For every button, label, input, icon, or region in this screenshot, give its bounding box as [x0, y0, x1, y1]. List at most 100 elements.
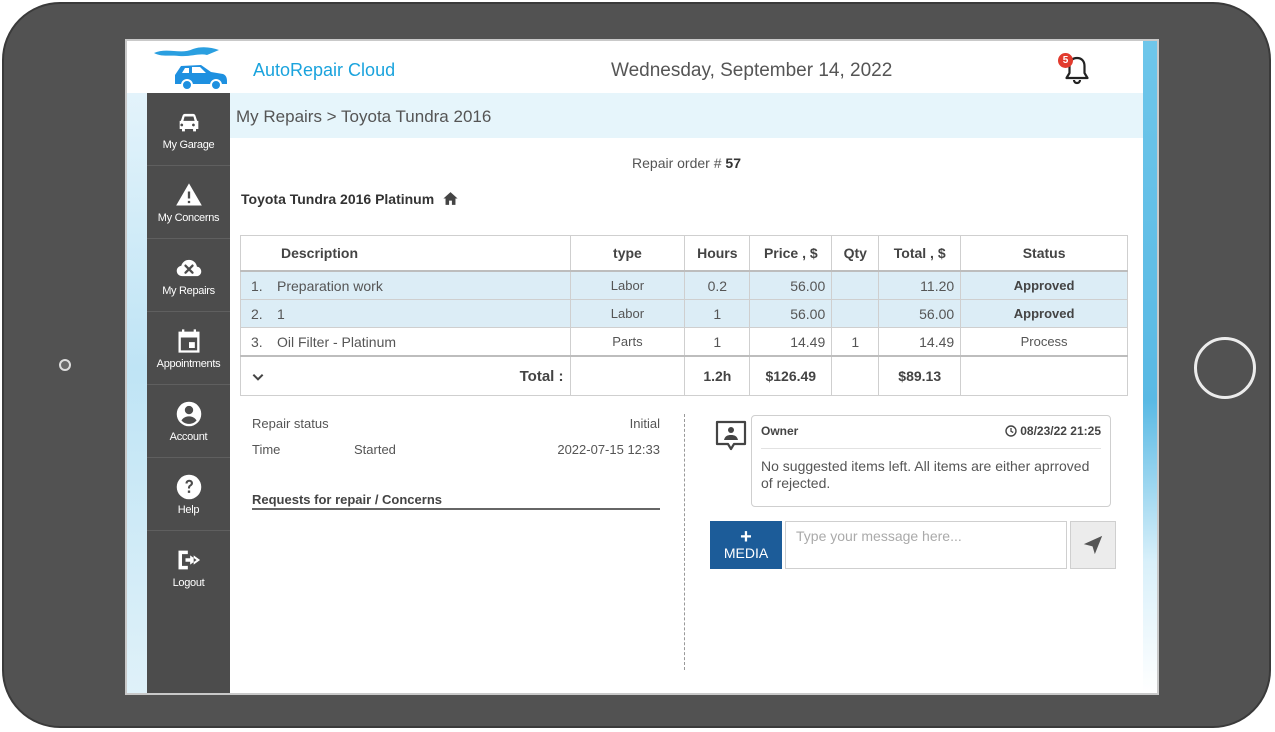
total-label: Total :: [519, 367, 564, 385]
message-timestamp-text: 08/23/22 21:25: [1020, 424, 1101, 438]
repair-order-number: Repair order # 57: [230, 155, 1143, 171]
vehicle-name: Toyota Tundra 2016 Platinum: [241, 190, 435, 207]
repair-order-label: Repair order #: [632, 155, 722, 171]
breadcrumb-bar: My Repairs > Toyota Tundra 2016: [230, 93, 1143, 139]
total-type-cell: [569, 355, 686, 396]
sidebar-item-label: Help: [177, 503, 200, 516]
repair-status-value: Initial: [629, 416, 660, 431]
row-total: 56.00: [878, 299, 962, 328]
calendar-icon: [178, 328, 199, 353]
send-message-button[interactable]: [1070, 521, 1116, 569]
home-icon[interactable]: [442, 190, 459, 207]
sidebar-item-logout[interactable]: Logout: [147, 531, 230, 604]
camera-icon: [59, 359, 71, 371]
row-qty: [831, 299, 880, 328]
media-button-label: MEDIA: [723, 545, 769, 561]
repair-items-table: Description type Hours Price , $ Qty Tot…: [240, 235, 1128, 396]
breadcrumb[interactable]: My Repairs > Toyota Tundra 2016: [236, 107, 491, 127]
row-type: Parts: [569, 327, 686, 357]
sidebar-item-label: My Concerns: [157, 211, 220, 224]
app-title: AutoRepair Cloud: [253, 60, 396, 80]
message-input[interactable]: [785, 521, 1067, 569]
column-header-qty: Qty: [831, 235, 880, 272]
table-row[interactable]: 3. Oil Filter - Platinum Parts 1 14.49 1 …: [240, 327, 1128, 357]
row-description: 1. Preparation work: [240, 270, 571, 300]
media-upload-button[interactable]: + MEDIA: [710, 521, 782, 569]
main-content: Repair order # 57 Toyota Tundra 2016 Pla…: [230, 138, 1143, 693]
total-hours: 1.2h: [684, 355, 751, 396]
logout-icon: [178, 550, 200, 570]
table-total-row: Total : 1.2h $126.49 $89.13: [240, 355, 1128, 396]
message-author: Owner: [761, 424, 799, 438]
top-bar: AutoRepair Cloud Wednesday, September 14…: [127, 41, 1143, 93]
row-price: 56.00: [749, 270, 833, 300]
column-header-status: Status: [960, 235, 1128, 272]
requests-heading: Requests for repair / Concerns: [252, 492, 660, 510]
row-description-text: Preparation work: [277, 277, 383, 294]
vehicle-title: Toyota Tundra 2016 Platinum: [241, 190, 459, 207]
sidebar-item-my-concerns[interactable]: My Concerns: [147, 166, 230, 239]
table-row[interactable]: 1. Preparation work Labor 0.2 56.00 11.20…: [240, 270, 1128, 300]
sidebar: My Garage My Concerns My Repairs Appoint…: [147, 93, 230, 693]
row-type: Labor: [569, 270, 686, 300]
sidebar-item-label: Account: [169, 430, 208, 443]
sidebar-item-account[interactable]: Account: [147, 385, 230, 458]
time-label: Time: [252, 442, 281, 457]
total-total: $89.13: [878, 355, 962, 396]
row-status: Process: [960, 327, 1128, 357]
repair-order-value: 57: [725, 155, 741, 171]
sidebar-item-my-repairs[interactable]: My Repairs: [147, 239, 230, 312]
chevron-down-icon[interactable]: [251, 370, 265, 384]
notifications-button[interactable]: 5: [1058, 53, 1093, 86]
row-total: 14.49: [878, 327, 962, 357]
row-description-text: 1: [277, 305, 285, 322]
row-hours: 1: [684, 299, 751, 328]
row-index: 2.: [251, 305, 263, 322]
row-qty: 1: [831, 327, 880, 357]
notification-badge: 5: [1058, 53, 1073, 68]
tablet-frame: AutoRepair Cloud Wednesday, September 14…: [2, 2, 1271, 728]
message-timestamp: 08/23/22 21:25: [1005, 424, 1101, 438]
row-price: 14.49: [749, 327, 833, 357]
account-icon: [176, 401, 201, 426]
row-description: 2. 1: [240, 299, 571, 328]
total-qty-cell: [831, 355, 880, 396]
sidebar-item-appointments[interactable]: Appointments: [147, 312, 230, 385]
row-description-text: Oil Filter - Platinum: [277, 333, 397, 350]
column-header-price: Price , $: [749, 235, 833, 272]
repair-status-label: Repair status: [252, 416, 329, 431]
row-hours: 1: [684, 327, 751, 357]
home-button[interactable]: [1194, 337, 1256, 399]
background-decoration-left: [127, 41, 149, 693]
time-state: Started: [354, 442, 396, 457]
repair-time-row: Time Started 2022-07-15 12:33: [252, 442, 660, 468]
current-date: Wednesday, September 14, 2022: [611, 60, 893, 81]
sidebar-item-my-garage[interactable]: My Garage: [147, 93, 230, 166]
row-index: 3.: [251, 333, 263, 350]
chat-message-icon: [715, 420, 747, 451]
sidebar-item-help[interactable]: Help: [147, 458, 230, 531]
row-price: 56.00: [749, 299, 833, 328]
app-screen: AutoRepair Cloud Wednesday, September 14…: [125, 39, 1159, 695]
sidebar-item-label: Logout: [172, 577, 205, 589]
clock-icon: [1005, 425, 1017, 437]
row-hours: 0.2: [684, 270, 751, 300]
row-description: 3. Oil Filter - Platinum: [240, 327, 571, 357]
message-header: Owner 08/23/22 21:25: [761, 424, 1101, 449]
section-divider: [684, 414, 685, 670]
row-status: Approved: [960, 299, 1128, 328]
column-header-type: type: [569, 235, 686, 272]
car-icon: [179, 113, 198, 131]
total-label-cell: Total :: [240, 355, 571, 396]
plus-icon: +: [740, 526, 752, 548]
column-header-hours: Hours: [684, 235, 751, 272]
send-icon: [1083, 535, 1103, 555]
total-status-cell: [960, 355, 1128, 396]
total-price: $126.49: [749, 355, 833, 396]
column-header-total: Total , $: [878, 235, 962, 272]
sidebar-item-label: My Repairs: [162, 284, 215, 297]
row-qty: [831, 270, 880, 300]
time-value: 2022-07-15 12:33: [557, 442, 660, 457]
table-row[interactable]: 2. 1 Labor 1 56.00 56.00 Approved: [240, 299, 1128, 328]
car-cloud-logo-icon[interactable]: [149, 45, 229, 91]
